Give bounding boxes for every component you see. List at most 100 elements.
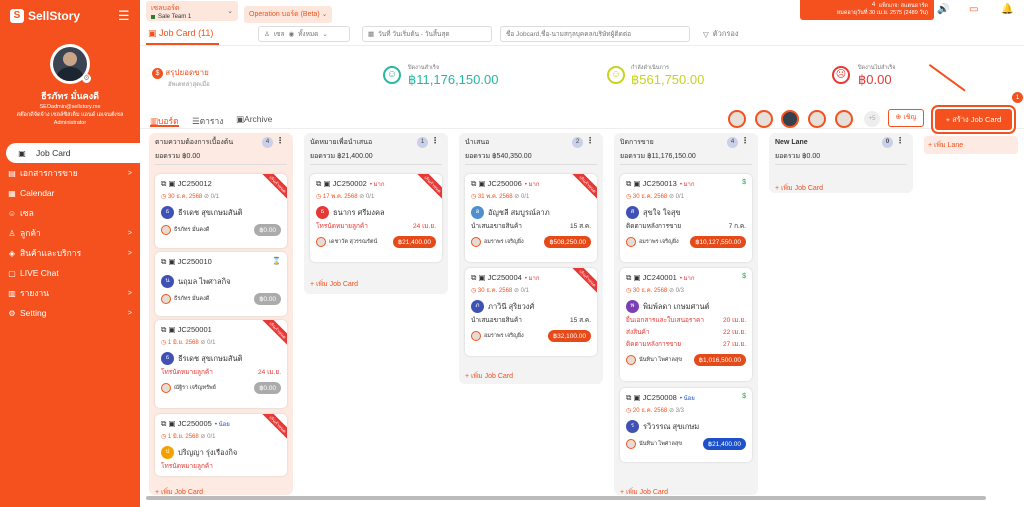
tab-table-label: ตาราง <box>199 116 224 126</box>
sidebar-item-job-card[interactable]: ▣ Job Card <box>6 143 140 163</box>
create-job-card-button[interactable]: + สร้าง Job Card <box>931 105 1016 134</box>
sidebar-item-label: Job Card <box>36 148 71 158</box>
job-code: JC250010 <box>177 257 212 266</box>
subtask-count: 0/1 <box>520 288 529 294</box>
calendar-icon: ▦ <box>368 31 375 38</box>
member-avatar[interactable] <box>755 110 773 128</box>
avatar-settings-icon[interactable]: ⚙ <box>82 74 91 83</box>
sad-face-icon: ☹ <box>832 66 850 84</box>
subtask-icon: ⊘ <box>514 194 520 200</box>
job-code: JC250002 <box>332 179 367 188</box>
chevron-right-icon: > <box>127 229 132 237</box>
due-date: 20 ธ.ค. 2568 <box>632 408 668 414</box>
sidebar-item-setting[interactable]: ⚙ Setting > <box>0 303 140 323</box>
member-avatar[interactable] <box>728 110 746 128</box>
more-members[interactable]: +5 <box>864 111 880 127</box>
customer-avatar: ส <box>626 206 639 219</box>
task-date: 20 เม.ย. <box>723 317 746 324</box>
owner-avatar <box>471 237 481 247</box>
owner-avatar <box>471 331 481 341</box>
job-card[interactable]: $ ⧉ ▣ JC240001 • มาก ◷ 30 ธ.ค. 2568 ⊘ 0/3… <box>620 268 752 381</box>
more-vertical-icon[interactable]: ⋮ <box>431 136 439 145</box>
customer-name: พิมพ์ลดา เกษมศานต์ <box>643 301 710 311</box>
filter-button[interactable]: ▽ ตัวกรอง <box>698 26 744 42</box>
owner-avatar <box>626 237 636 247</box>
dollar-icon: $ <box>742 273 746 280</box>
task-date: 22 เม.ย. <box>723 329 746 336</box>
sale-avatar-icon: ◉ <box>288 31 295 38</box>
job-card[interactable]: เกินกำหนด ⧉ ▣ JC250012 ◷ 30 ธ.ค. 2568 ⊘ … <box>155 174 287 248</box>
job-card[interactable]: เกินกำหนด ⧉ ▣ JC250001 ◷ 1 มิ.ย. 2568 ⊘ … <box>155 320 287 408</box>
deal-amount: ฿32,100.00 <box>547 330 591 342</box>
horizontal-scrollbar[interactable] <box>146 496 986 500</box>
deal-amount: ฿1,016,500.00 <box>693 354 746 366</box>
add-job-card-button[interactable]: + เพิ่ม Job Card <box>775 177 823 194</box>
user-icon: ♙ <box>264 31 270 38</box>
sidebar-item-report[interactable]: ▥ รายงาน > <box>0 283 140 303</box>
member-avatar[interactable] <box>835 110 853 128</box>
add-job-card-button[interactable]: + เพิ่ม Job Card <box>465 365 513 382</box>
more-vertical-icon[interactable]: ⋮ <box>896 136 904 145</box>
sidebar-item-sales-docs[interactable]: ▤ เอกสารการขาย > <box>0 163 140 183</box>
lane-new: New Lane 0 ⋮ ยอดรวม ฿0.00 + เพิ่ม Job Card <box>769 133 913 193</box>
job-card[interactable]: เกินกำหนด ⧉ ▣ JC250005 • น้อย ◷ 1 มิ.ย. 2… <box>155 414 287 476</box>
subtask-count: 0/1 <box>207 340 216 346</box>
member-avatar[interactable] <box>808 110 826 128</box>
team-selector[interactable]: เซลบอร์ด Sale Team 1 ⌄ <box>146 1 238 21</box>
priority-tag: • น้อย <box>679 396 695 402</box>
task-date: 15 ส.ค. <box>570 223 591 230</box>
lane-total: ยอดรวม ฿11,176,150.00 <box>620 151 752 165</box>
subtask-count: 0/1 <box>520 194 530 200</box>
summary-header: $ สรุปยอดขาย อัพเดทล่าสุดเมื่อ <box>152 66 210 89</box>
summary-title: สรุปยอดขาย <box>165 68 209 77</box>
more-vertical-icon[interactable]: ⋮ <box>276 136 284 145</box>
sidebar-item-sales[interactable]: ☺ เซล <box>0 203 140 223</box>
search-input[interactable]: ชื่อ Jobcard,ชื่อ-นามสกุลบุคคล/บริษัทผู้… <box>500 26 690 42</box>
operation-board-selector[interactable]: Operation บอร์ด (Beta) ⌄ <box>244 6 333 23</box>
invite-button[interactable]: ⊕ เชิญ <box>888 109 924 127</box>
job-card[interactable]: $ ⧉ ▣ JC250013 • มาก ◷ 30 ธ.ค. 2568 ⊘ 0/1… <box>620 174 752 262</box>
subtask-icon: ⊘ <box>359 194 365 200</box>
sale-filter[interactable]: ♙ เซล ◉ ทั้งหมด ⌄ <box>258 26 350 42</box>
sidebar-item-label: ลูกค้า <box>20 228 41 238</box>
more-vertical-icon[interactable]: ⋮ <box>741 136 749 145</box>
sidebar-item-calendar[interactable]: ▦ Calendar <box>0 183 140 203</box>
tab-archive[interactable]: ▣Archive <box>236 114 272 125</box>
task-name: โทรนัดหมายลูกค้า <box>161 463 213 470</box>
date-filter[interactable]: ▦ วันที่ วันเริ่มต้น - วันสิ้นสุด <box>362 26 492 42</box>
job-card[interactable]: ⌛ ⧉ ▣ JC250010 นนฤมล ไพศาลกิจ ธีรภัทร มั… <box>155 252 287 316</box>
sidebar: S SellStory ☰ ⚙ ธีรภัทร มั่นคงดี SEOadmin… <box>0 0 140 507</box>
job-card[interactable]: เกินกำหนด ⧉ ▣ JC250006 • มาก ◷ 31 พ.ค. 25… <box>465 174 597 262</box>
deal-amount: ฿0.00 <box>254 382 281 394</box>
sidebar-item-customer[interactable]: ♙ ลูกค้า > <box>0 223 140 243</box>
lane-title: New Lane <box>775 138 808 146</box>
tab-job-card[interactable]: ▣ Job Card (11) <box>145 28 220 45</box>
job-card[interactable]: เกินกำหนด ⧉ ▣ JC250004 • มาก ◷ 30 ธ.ค. 25… <box>465 268 597 356</box>
customer-icon: ♙ <box>8 228 16 238</box>
summary-subtitle: อัพเดทล่าสุดเมื่อ <box>168 82 210 88</box>
brand-logo[interactable]: S SellStory <box>10 9 80 23</box>
tab-board[interactable]: ▥บอร์ด <box>150 114 179 128</box>
menu-toggle-icon[interactable]: ☰ <box>118 8 130 24</box>
subtask-count: 0/1 <box>675 194 684 200</box>
job-code: JC250005 <box>177 419 212 428</box>
sidebar-item-products[interactable]: ◈ สินค้าและบริการ > <box>0 243 140 263</box>
member-avatar[interactable] <box>781 110 799 128</box>
speaker-icon[interactable]: 🔊 <box>937 4 949 15</box>
deal-amount: ฿10,127,550.00 <box>690 236 746 248</box>
lane-count: 1 <box>417 137 428 148</box>
sidebar-item-live-chat[interactable]: ▢ LIVE Chat <box>0 263 140 283</box>
customer-name: ธนากร ศรีมงคล <box>333 207 385 217</box>
in-progress-stat: กำลังดำเนินการ ฿561,750.00 <box>631 64 704 88</box>
job-card[interactable]: $ ⧉ ▣ JC250008 • น้อย ◷ 20 ธ.ค. 2568 ⊘ 3/… <box>620 388 752 462</box>
message-icon[interactable]: ▭ <box>969 4 978 15</box>
add-lane-button[interactable]: + เพิ่ม Lane <box>924 136 1018 154</box>
customer-name: ธีรเดช สุขเกษมสันติ <box>178 207 243 217</box>
tab-table[interactable]: ☰ตาราง <box>192 114 223 128</box>
customer-name: สุขใจ ใจสุข <box>643 207 681 217</box>
add-job-card-button[interactable]: + เพิ่ม Job Card <box>310 273 358 290</box>
bell-icon[interactable]: 🔔 <box>1001 4 1013 15</box>
job-card[interactable]: เกินกำหนด ⧉ ▣ JC250002 • มาก ◷ 17 พ.ค. 25… <box>310 174 442 262</box>
sales-icon: ☺ <box>7 208 17 218</box>
more-vertical-icon[interactable]: ⋮ <box>586 136 594 145</box>
